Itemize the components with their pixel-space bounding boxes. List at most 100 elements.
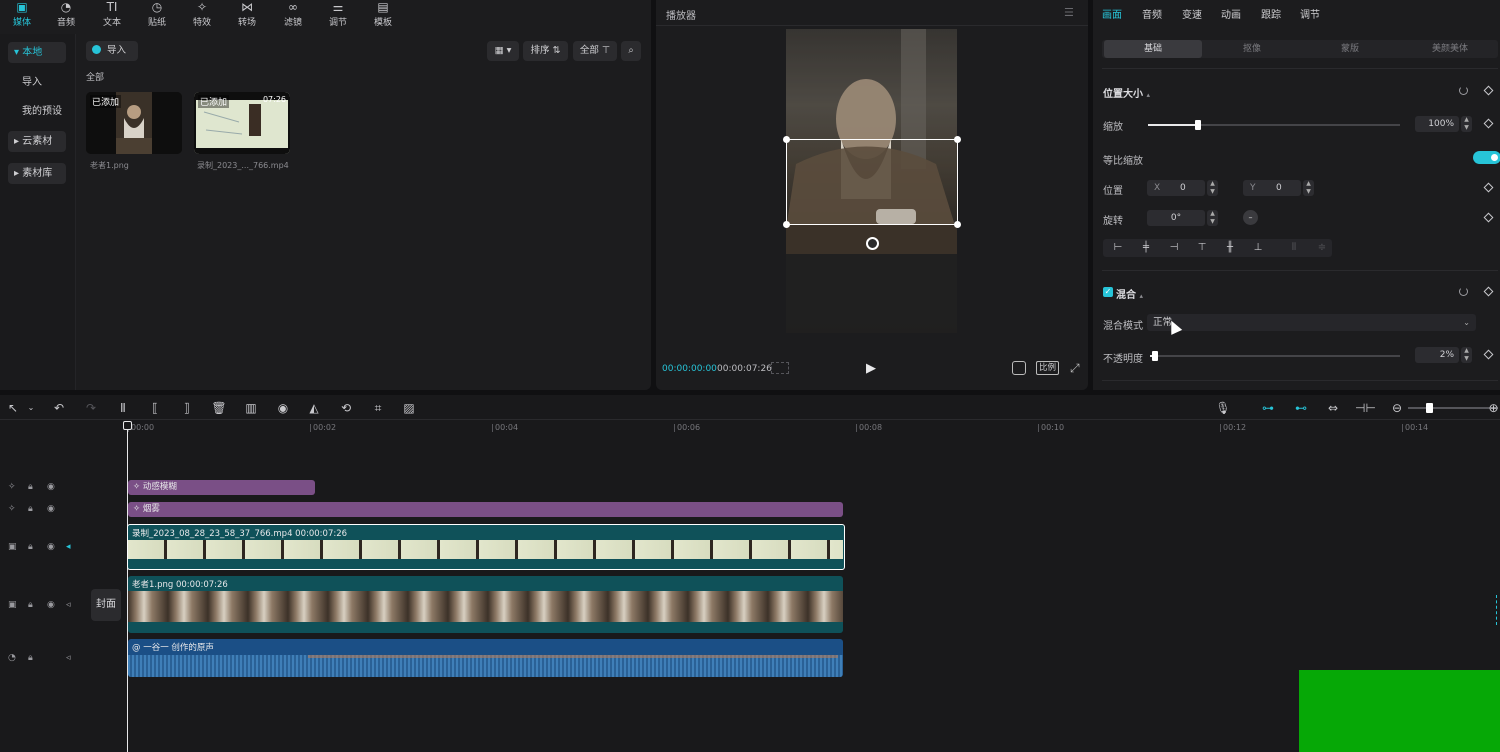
align-left-icon[interactable]: ⊢ xyxy=(1105,239,1131,257)
search-button[interactable]: ⌕ xyxy=(621,41,641,61)
scale-slider[interactable] xyxy=(1148,120,1400,130)
zoom-out-icon[interactable]: ⊖ xyxy=(1388,400,1406,416)
video-track-icon[interactable]: ▣ xyxy=(8,600,17,610)
speaker-icon[interactable]: ◃ xyxy=(66,600,71,610)
resize-handle[interactable] xyxy=(954,136,961,143)
resize-handle[interactable] xyxy=(783,221,790,228)
lock-icon[interactable]: 🔒︎ xyxy=(28,542,33,552)
mute-icon[interactable]: ◂ xyxy=(66,542,71,552)
subtab-beauty[interactable]: 美颜美体 xyxy=(1402,40,1498,58)
scroll-marker[interactable] xyxy=(1496,595,1499,625)
link-main-track-icon[interactable]: ⊶ xyxy=(1258,400,1278,416)
blend-mode-select[interactable]: 正常 ⌄ xyxy=(1147,314,1476,331)
tab-animation[interactable]: 动画 xyxy=(1221,6,1241,21)
zoom-slider-thumb[interactable] xyxy=(1426,403,1433,413)
effect-clip-smoke[interactable]: ✧ 烟雾 xyxy=(128,502,843,517)
rotate-handle-icon[interactable] xyxy=(866,237,879,250)
tab-text[interactable]: TI 文本 xyxy=(90,0,134,28)
split-right-icon[interactable]: ⟧ xyxy=(178,400,196,416)
opacity-slider-thumb[interactable] xyxy=(1152,351,1158,361)
asset-thumbnail-video[interactable]: 已添加 07:26 xyxy=(194,92,290,154)
eye-icon[interactable]: ◉ xyxy=(47,600,55,610)
reset-icon[interactable] xyxy=(1459,287,1468,296)
subtab-basic[interactable]: 基础 xyxy=(1104,40,1202,58)
preview-axis-icon[interactable]: ⊣⊢ xyxy=(1355,400,1376,416)
rotate-icon[interactable]: ⟲ xyxy=(337,400,355,416)
video-clip-image[interactable]: 老者1.png 00:00:07:26 xyxy=(128,576,843,633)
freeze-icon[interactable]: ▥ xyxy=(242,400,260,416)
cover-button[interactable]: 封面 xyxy=(91,589,121,621)
section-position-size[interactable]: 位置大小 ▴ xyxy=(1103,85,1150,100)
eye-icon[interactable]: ◉ xyxy=(47,482,55,492)
split-left-icon[interactable]: ⟦ xyxy=(146,400,164,416)
tab-media[interactable]: ▣ 媒体 xyxy=(0,0,44,28)
resize-handle[interactable] xyxy=(783,136,790,143)
ratio-button[interactable]: 比例 xyxy=(1036,361,1060,375)
picture-icon[interactable]: ▨ xyxy=(400,400,418,416)
audio-clip[interactable]: @ 一谷一 创作的原声 xyxy=(128,639,843,677)
sort-button[interactable]: 排序 ⇅ xyxy=(523,41,568,61)
lock-icon[interactable]: 🔒︎ xyxy=(28,600,33,610)
lock-icon[interactable]: 🔒︎ xyxy=(28,653,33,663)
redo-icon[interactable]: ↷ xyxy=(82,400,100,416)
audio-track-icon[interactable]: ◔ xyxy=(8,653,16,663)
import-button[interactable]: 导入 xyxy=(86,41,138,61)
tab-sticker[interactable]: ◷ 贴纸 xyxy=(135,0,179,28)
microphone-icon[interactable]: 🎙 xyxy=(1214,400,1232,416)
align-right-icon[interactable]: ⊣ xyxy=(1161,239,1187,257)
delete-icon[interactable]: 🗑 xyxy=(210,400,228,416)
play-button[interactable]: ▶ xyxy=(866,361,876,376)
effect-icon[interactable]: ✧ xyxy=(8,504,16,514)
align-middle-icon[interactable]: ╫ xyxy=(1217,239,1243,257)
reset-icon[interactable] xyxy=(1459,86,1468,95)
lock-icon[interactable]: 🔒︎ xyxy=(28,482,33,492)
uniform-scale-toggle[interactable] xyxy=(1473,151,1500,164)
subtab-mask[interactable]: 蒙版 xyxy=(1302,40,1398,58)
playhead-handle[interactable] xyxy=(123,421,132,430)
chevron-down-icon[interactable]: ⌄ xyxy=(22,400,40,416)
video-track-icon[interactable]: ▣ xyxy=(8,542,17,552)
tab-transition[interactable]: ⋈ 转场 xyxy=(225,0,269,28)
sidebar-item-presets[interactable]: 我的预设 xyxy=(16,101,74,122)
scale-stepper[interactable]: ▲ ▼ xyxy=(1461,116,1472,132)
filter-button[interactable]: 全部 ⊤ xyxy=(573,41,617,61)
blend-checkbox[interactable]: ✓ xyxy=(1103,287,1113,297)
mirror-icon[interactable]: ◭ xyxy=(305,400,323,416)
opacity-slider[interactable] xyxy=(1150,351,1400,361)
tab-picture[interactable]: 画面 xyxy=(1102,6,1122,21)
opacity-value-field[interactable]: 2% xyxy=(1415,347,1459,363)
tab-inspector-audio[interactable]: 音频 xyxy=(1142,6,1162,21)
selection-box[interactable] xyxy=(783,136,961,228)
lock-icon[interactable]: 🔒︎ xyxy=(28,504,33,514)
scale-value-field[interactable]: 100% xyxy=(1415,116,1459,132)
position-x-stepper[interactable]: ▲ ▼ xyxy=(1207,180,1218,196)
eye-icon[interactable]: ◉ xyxy=(47,542,55,552)
scale-slider-thumb[interactable] xyxy=(1195,120,1201,130)
rotate-dial-icon[interactable]: – xyxy=(1243,210,1258,225)
position-x-field[interactable]: X0 xyxy=(1147,180,1205,196)
effect-icon[interactable]: ✧ xyxy=(8,482,16,492)
sidebar-item-library[interactable]: ▸ 素材库 xyxy=(8,163,66,184)
distribute-h-icon[interactable]: ⫴ xyxy=(1281,239,1307,257)
tab-template[interactable]: ▤ 模板 xyxy=(361,0,405,28)
fullscreen-icon[interactable]: ⤢ xyxy=(1070,361,1080,376)
fit-screen-icon[interactable] xyxy=(1012,361,1026,375)
eye-icon[interactable]: ◉ xyxy=(47,504,55,514)
sidebar-item-local[interactable]: ▾ 本地 xyxy=(8,42,66,63)
align-top-icon[interactable]: ⊤ xyxy=(1189,239,1215,257)
resize-handle[interactable] xyxy=(954,221,961,228)
asset-thumbnail-image[interactable]: 已添加 xyxy=(86,92,182,154)
tab-audio[interactable]: ◔ 音频 xyxy=(44,0,88,28)
position-y-field[interactable]: Y0 xyxy=(1243,180,1301,196)
link-icon[interactable]: ⇔ xyxy=(1323,400,1343,416)
rotate-stepper[interactable]: ▲ ▼ xyxy=(1207,210,1218,226)
section-blend[interactable]: 混合 ▴ xyxy=(1116,286,1143,301)
crop-icon[interactable]: ⌗ xyxy=(369,400,387,416)
select-tool-icon[interactable]: ↖ xyxy=(4,400,22,416)
menu-icon[interactable]: ☰ xyxy=(1064,6,1074,19)
opacity-stepper[interactable]: ▲ ▼ xyxy=(1461,347,1472,363)
view-mode-button[interactable]: ▦ ▾ xyxy=(487,41,519,61)
sidebar-item-cloud[interactable]: ▸ 云素材 xyxy=(8,131,66,152)
position-y-stepper[interactable]: ▲ ▼ xyxy=(1303,180,1314,196)
timeline-mode-icon[interactable] xyxy=(771,362,789,374)
